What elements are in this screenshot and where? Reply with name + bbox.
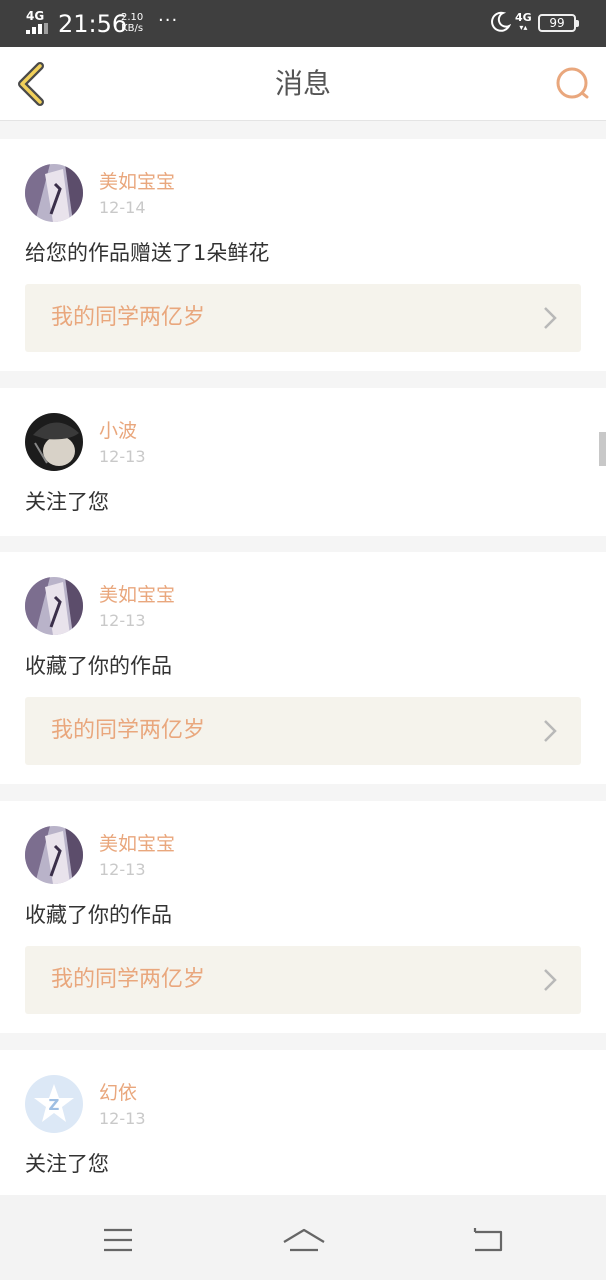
chevron-right-icon — [544, 720, 557, 742]
avatar[interactable] — [25, 826, 83, 884]
message-card[interactable]: Z 幻依 12-13 关注了您 — [0, 1050, 606, 1195]
clock: 21:56 — [58, 10, 128, 38]
search-button[interactable] — [550, 61, 596, 107]
user-name[interactable]: 美如宝宝 — [99, 583, 175, 607]
work-link[interactable]: 我的同学两亿岁 — [25, 946, 581, 1014]
message-date: 12-13 — [99, 447, 146, 466]
home-icon — [283, 1228, 325, 1252]
message-card[interactable]: 美如宝宝 12-14 给您的作品赠送了1朵鲜花 我的同学两亿岁 — [0, 139, 606, 371]
message-text: 关注了您 — [25, 1152, 109, 1176]
network-type: 4G — [26, 9, 45, 23]
search-icon — [556, 67, 589, 99]
chevron-right-icon — [544, 307, 557, 329]
message-card[interactable]: 美如宝宝 12-13 收藏了你的作品 我的同学两亿岁 — [0, 801, 606, 1033]
message-text: 收藏了你的作品 — [25, 654, 172, 678]
menu-icon — [104, 1228, 132, 1252]
status-bar: 4G 21:56 2.10 KB/s ··· 4G ▾▴ 99 — [0, 0, 606, 47]
header: 消息 — [0, 47, 606, 121]
work-link[interactable]: 我的同学两亿岁 — [25, 284, 581, 352]
network-speed: 2.10 KB/s — [121, 12, 143, 34]
page-title: 消息 — [274, 67, 331, 100]
menu-button[interactable] — [93, 1220, 143, 1260]
avatar[interactable] — [25, 577, 83, 635]
home-button[interactable] — [278, 1220, 330, 1260]
message-text: 给您的作品赠送了1朵鲜花 — [25, 241, 270, 265]
message-text: 收藏了你的作品 — [25, 903, 172, 927]
work-title: 我的同学两亿岁 — [51, 305, 206, 330]
message-date: 12-13 — [99, 860, 146, 879]
avatar[interactable]: Z — [25, 1075, 83, 1133]
moon-icon — [491, 11, 511, 32]
signal-icon — [26, 23, 50, 34]
speed-value: 2.10 — [121, 12, 144, 23]
speed-unit: KB/s — [121, 23, 144, 34]
svg-text:Z: Z — [49, 1096, 60, 1114]
message-date: 12-14 — [99, 198, 146, 217]
message-date: 12-13 — [99, 611, 146, 630]
message-card[interactable]: 小波 12-13 关注了您 — [0, 388, 606, 536]
message-list[interactable]: 美如宝宝 12-14 给您的作品赠送了1朵鲜花 我的同学两亿岁 小波 12-13 — [0, 139, 606, 1195]
avatar[interactable] — [25, 413, 83, 471]
user-name[interactable]: 幻依 — [99, 1081, 137, 1105]
message-text: 关注了您 — [25, 490, 109, 514]
user-name[interactable]: 小波 — [99, 419, 137, 443]
work-link[interactable]: 我的同学两亿岁 — [25, 697, 581, 765]
chevron-right-icon — [544, 969, 557, 991]
message-card[interactable]: 美如宝宝 12-13 收藏了你的作品 我的同学两亿岁 — [0, 552, 606, 784]
more-notifications: ··· — [158, 10, 179, 31]
avatar[interactable] — [25, 164, 83, 222]
system-nav-bar — [0, 1195, 606, 1280]
user-name[interactable]: 美如宝宝 — [99, 170, 175, 194]
scrollbar[interactable] — [599, 432, 606, 466]
work-title: 我的同学两亿岁 — [51, 718, 206, 743]
work-title: 我的同学两亿岁 — [51, 967, 206, 992]
user-name[interactable]: 美如宝宝 — [99, 832, 175, 856]
network-label-right: 4G — [515, 11, 532, 24]
message-date: 12-13 — [99, 1109, 146, 1128]
battery-icon: 99 — [538, 14, 579, 32]
network-type-right: 4G ▾▴ — [515, 11, 532, 32]
return-button[interactable] — [463, 1220, 513, 1260]
return-icon — [473, 1228, 503, 1252]
